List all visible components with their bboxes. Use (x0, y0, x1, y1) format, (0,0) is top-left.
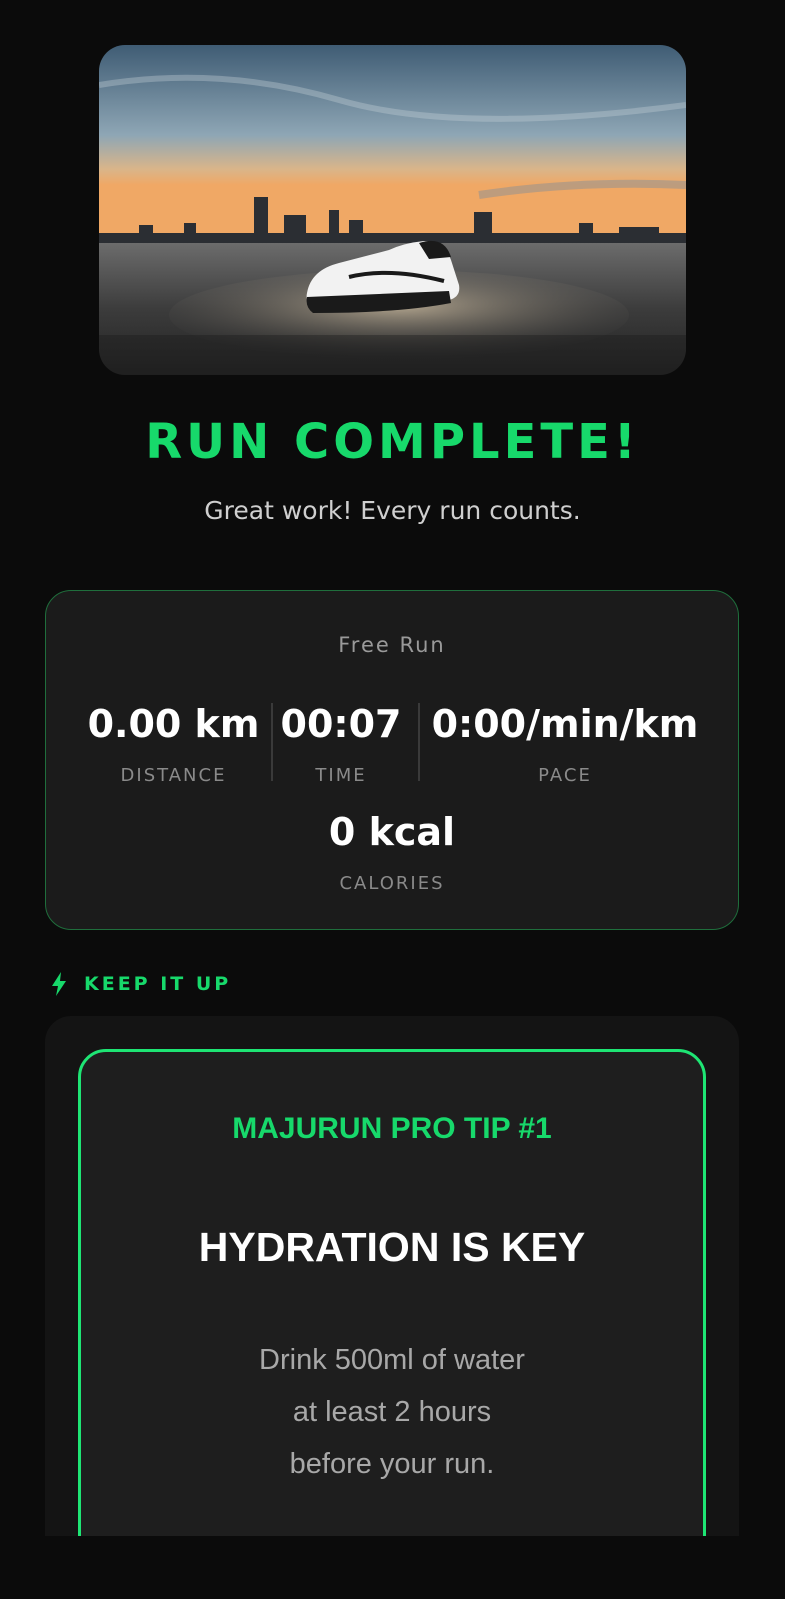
time-label: TIME (315, 765, 367, 786)
tip-line: Drink 500ml of water (259, 1344, 525, 1376)
tip-label: MAJURUN PRO TIP #1 (232, 1112, 552, 1145)
distance-value: 0.00 km (87, 702, 260, 746)
section-heading: KEEP IT UP (84, 973, 232, 995)
page-title: RUN COMPLETE! (145, 414, 640, 470)
tip-carousel[interactable]: MAJURUN PRO TIP #1 HYDRATION IS KEY Drin… (45, 1016, 739, 1536)
section-header: KEEP IT UP (50, 972, 231, 996)
run-type-label: Free Run (338, 633, 446, 657)
hero-image (99, 45, 686, 375)
lightning-bolt-icon (52, 972, 66, 996)
time-value: 00:07 (280, 702, 402, 746)
pace-stat: 0:00/min/km PACE (421, 701, 709, 787)
shoe-photo (99, 45, 686, 375)
calories-value: 0 kcal (328, 810, 456, 854)
pace-value: 0:00/min/km (431, 702, 699, 746)
stat-divider (418, 703, 420, 781)
tip-line: at least 2 hours (292, 1396, 492, 1428)
tip-body: Drink 500ml of water at least 2 hours be… (81, 1334, 703, 1490)
distance-label: DISTANCE (120, 765, 227, 786)
run-summary-card: Free Run 0.00 km DISTANCE 00:07 TIME 0:0… (45, 590, 739, 930)
calories-label: CALORIES (339, 873, 445, 894)
tip-card[interactable]: MAJURUN PRO TIP #1 HYDRATION IS KEY Drin… (78, 1049, 706, 1536)
calories-stat: 0 kcal CALORIES (46, 809, 738, 895)
tip-line: before your run. (289, 1448, 495, 1480)
stat-divider (271, 703, 273, 781)
tip-title: HYDRATION IS KEY (198, 1224, 586, 1270)
distance-stat: 0.00 km DISTANCE (86, 701, 261, 787)
time-stat: 00:07 TIME (276, 701, 406, 787)
pace-label: PACE (538, 765, 592, 786)
page-subtitle: Great work! Every run counts. (204, 496, 581, 525)
